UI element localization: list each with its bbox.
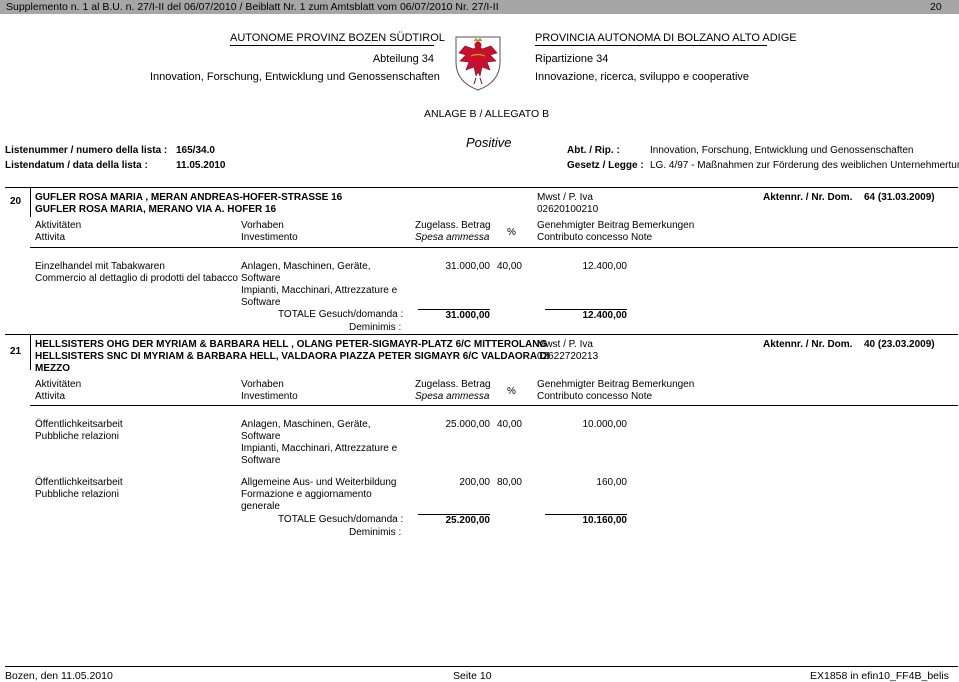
column-header-contribution-it: Contributo concesso Note [537,391,653,402]
law-value: LG. 4/97 - Maßnahmen zur Förderung des w… [650,160,959,171]
activity-it: Pubbliche relazioni [35,489,119,500]
footer-page: Seite 10 [453,670,492,682]
column-header-contribution-it: Contributo concesso Note [537,232,653,243]
vat-label: Mwst / P. Iva [537,339,593,350]
approved-amount: 200,00 [459,477,490,488]
approved-amount: 25.000,00 [445,419,491,430]
column-header-amount-it: Spesa ammessa [415,232,490,243]
activity-de: Öffentlichkeitsarbeit [35,477,123,488]
list-date: 11.05.2010 [176,160,226,171]
header-left-department: Abteilung 34 [372,53,434,65]
column-header-amount-it: Spesa ammessa [415,391,490,402]
header-right-title: PROVINCIA AUTONOMA DI BOLZANO ALTO ADIGE [535,32,797,44]
column-header-contribution-de: Genehmigter Beitrag Bemerkungen [537,220,695,231]
contribution-percent: 40,00 [496,419,522,430]
total-contribution: 10.160,00 [582,515,628,526]
column-header-activity-de: Aktivitäten [35,220,82,231]
tyrolean-eagle-icon [455,36,501,91]
contribution-percent: 40,00 [496,261,522,272]
file-number-label: Aktennr. / Nr. Dom. [763,192,853,203]
footer-reference: EX1858 in efin10_FF4B_belis [810,670,949,682]
vat-number: 02620100210 [537,204,599,215]
deminimis-label: Deminimis : [349,322,402,333]
investment-line: Software [241,273,281,284]
entry-top-rule [5,187,958,188]
granted-contribution: 160,00 [596,477,627,488]
coat-of-arms [453,34,503,92]
entry-top-rule [5,334,958,335]
entry-index: 20 [10,196,22,207]
column-header-contribution-de: Genehmigter Beitrag Bemerkungen [537,379,695,390]
activity-it: Commercio al dettaglio di prodotti del t… [35,273,238,284]
header-left-office: Innovation, Forschung, Entwicklung und G… [150,71,440,83]
total-amount: 31.000,00 [445,310,491,321]
department-label: Abt. / Rip. : [567,145,620,156]
applicant-name-de: HELLSISTERS OHG DER MYRIAM & BARBARA HEL… [35,339,548,350]
total-contribution: 12.400,00 [582,310,628,321]
vat-label: Mwst / P. Iva [537,192,593,203]
header-right-underline [535,45,767,46]
column-header-activity-it: Attivita [35,391,66,402]
file-number-label: Aktennr. / Nr. Dom. [763,339,853,350]
footer-date: Bozen, den 11.05.2010 [5,670,113,682]
investment-line: Allgemeine Aus- und Weiterbildung [241,477,397,488]
header-left-title: AUTONOME PROVINZ BOZEN SÜDTIROL [230,32,445,44]
list-number: 165/34.0 [176,145,215,156]
investment-line: Anlagen, Maschinen, Geräte, [241,261,371,272]
column-header-project-de: Vorhaben [241,220,284,231]
activity-de: Einzelhandel mit Tabakwaren [35,261,165,272]
granted-contribution: 10.000,00 [582,419,628,430]
investment-line: Impianti, Macchinari, Attrezzature e [241,285,398,296]
column-header-percent: % [507,386,516,397]
activity-de: Öffentlichkeitsarbeit [35,419,123,430]
list-date-label: Listendatum / data della lista : [5,160,148,171]
investment-line: Impianti, Macchinari, Attrezzature e [241,443,398,454]
file-number: 64 (31.03.2009) [864,192,935,203]
total-label: TOTALE Gesuch/domanda : [278,309,404,320]
header-right-department: Ripartizione 34 [535,53,609,65]
deminimis-label: Deminimis : [349,527,402,538]
entry-index-divider [30,187,31,217]
applicant-name-de: GUFLER ROSA MARIA , MERAN ANDREAS-HOFER-… [35,192,343,203]
page-number: 20 [930,1,942,13]
column-header-project-de: Vorhaben [241,379,284,390]
granted-contribution: 12.400,00 [582,261,628,272]
column-header-rule [30,247,958,248]
vat-number: 02622720213 [537,351,599,362]
footer-rule [5,666,958,667]
approved-amount: 31.000,00 [445,261,491,272]
investment-line: Software [241,455,281,466]
contribution-percent: 80,00 [496,477,522,488]
header-left-underline [230,45,434,46]
column-header-percent: % [507,227,516,238]
list-status: Positive [466,135,512,150]
column-header-activity-it: Attivita [35,232,66,243]
investment-line: Software [241,431,281,442]
header-right-office: Innovazione, ricerca, sviluppo e coopera… [535,71,750,83]
entry-index-divider [30,334,31,370]
file-number: 40 (23.03.2009) [864,339,935,350]
column-header-amount-de: Zugelass. Betrag [415,379,491,390]
applicant-name-it: GUFLER ROSA MARIA, MERANO VIA A. HOFER 1… [35,204,277,215]
annex-title: ANLAGE B / ALLEGATO B [424,108,550,120]
list-number-label: Listenummer / numero della lista : [5,145,168,156]
total-label: TOTALE Gesuch/domanda : [278,514,404,525]
investment-line: Software [241,297,281,308]
applicant-name-it: HELLSISTERS SNC DI MYRIAM & BARBARA HELL… [35,351,550,362]
applicant-name-it-continued: MEZZO [35,363,70,374]
column-header-rule [30,405,958,406]
column-header-amount-de: Zugelass. Betrag [415,220,491,231]
bulletin-reference: Supplemento n. 1 al B.U. n. 27/I-II del … [6,1,499,13]
investment-line: Anlagen, Maschinen, Geräte, [241,419,371,430]
total-amount: 25.200,00 [445,515,491,526]
column-header-project-it: Investimento [241,232,298,243]
law-label: Gesetz / Legge : [567,160,644,171]
department-value: Innovation, Forschung, Entwicklung und G… [650,145,914,156]
column-header-activity-de: Aktivitäten [35,379,82,390]
activity-it: Pubbliche relazioni [35,431,119,442]
column-header-project-it: Investimento [241,391,298,402]
investment-line: generale [241,501,280,512]
entry-index: 21 [10,346,22,357]
investment-line: Formazione e aggiornamento [241,489,372,500]
